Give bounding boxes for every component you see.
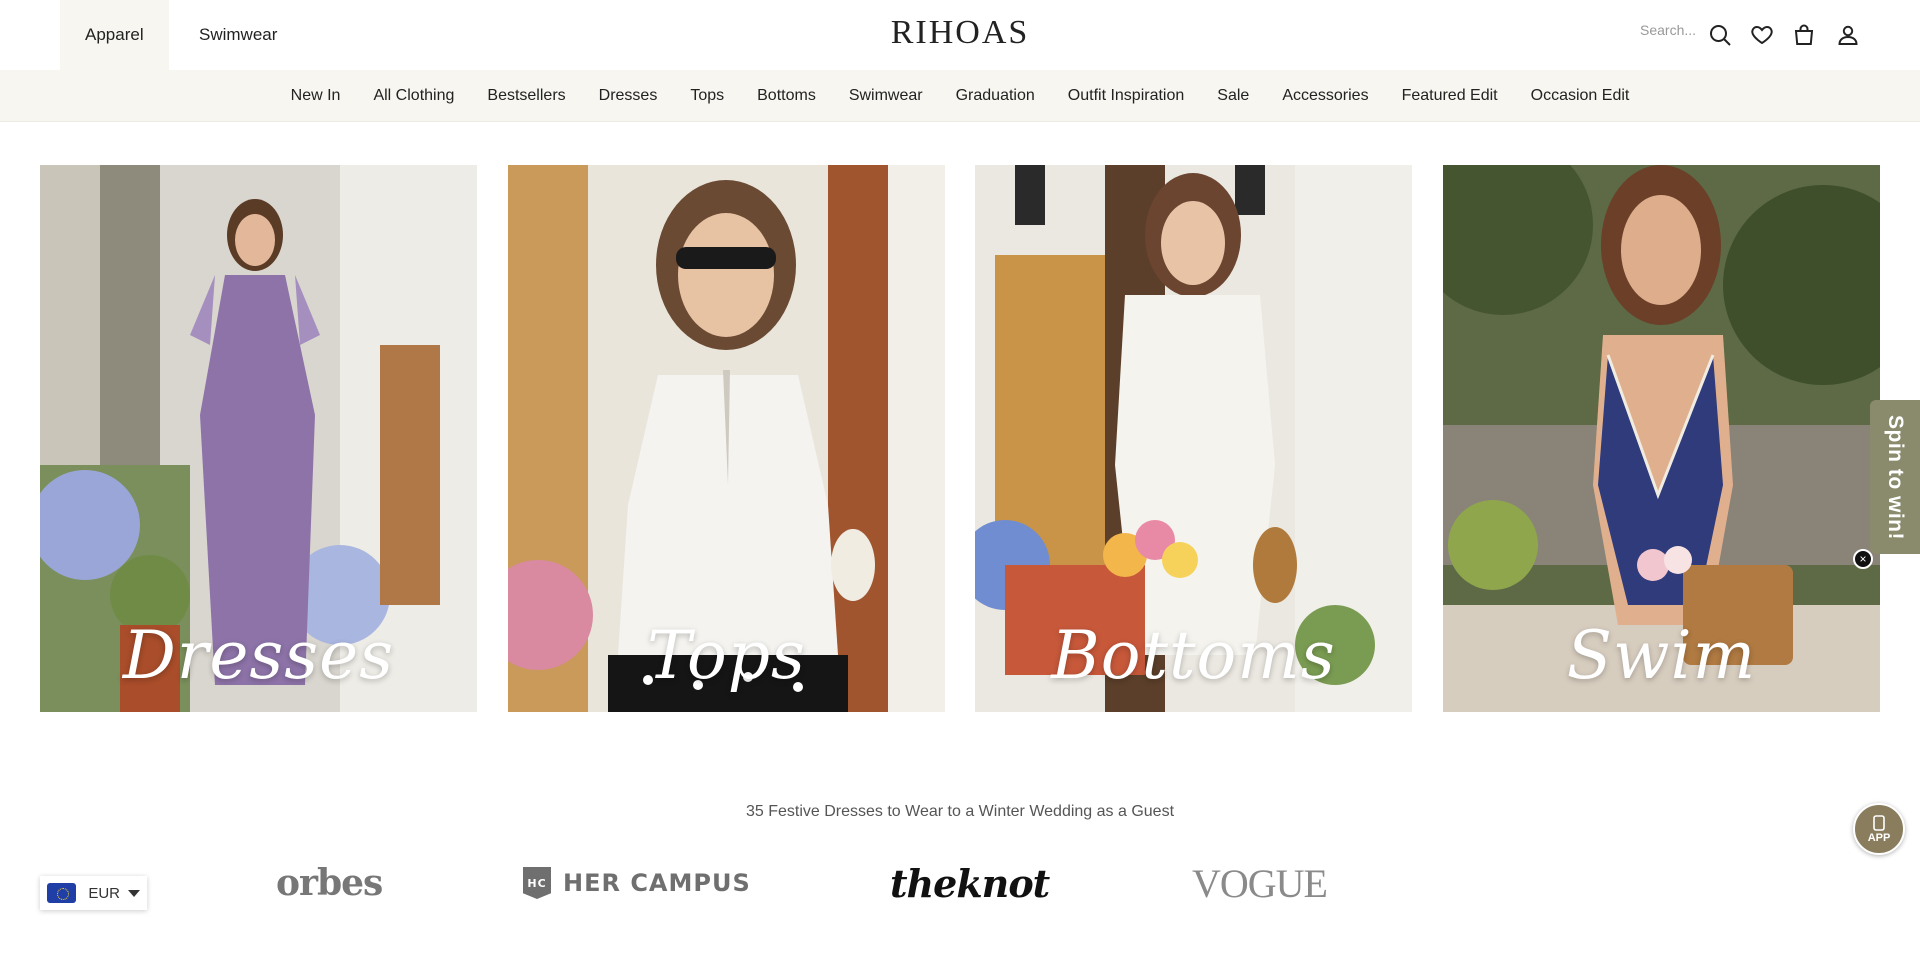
nav-bottoms[interactable]: Bottoms	[741, 87, 833, 105]
currency-selector[interactable]: EUR	[40, 876, 147, 910]
account-icon[interactable]	[1833, 20, 1863, 50]
nav-graduation[interactable]: Graduation	[939, 87, 1051, 105]
spin-to-win-tab[interactable]: Spin to win!	[1870, 400, 1920, 554]
nav-swimwear[interactable]: Swimwear	[832, 87, 939, 105]
press-logo-forbes[interactable]: orbes	[276, 858, 383, 908]
nav-bestsellers[interactable]: Bestsellers	[471, 87, 582, 105]
category-card-tops[interactable]: Tops	[508, 165, 945, 712]
nav-dresses[interactable]: Dresses	[582, 87, 674, 105]
nav-all-clothing[interactable]: All Clothing	[357, 87, 471, 105]
category-label-bottoms: Bottoms	[1051, 617, 1336, 694]
nav-accessories[interactable]: Accessories	[1266, 87, 1385, 105]
press-logos: orbes HC HER CAMPUS theknot VOGUE	[0, 858, 1920, 908]
nav-sale[interactable]: Sale	[1201, 87, 1266, 105]
press-headline[interactable]: 35 Festive Dresses to Wear to a Winter W…	[0, 803, 1920, 821]
category-card-dresses[interactable]: Dresses	[40, 165, 477, 712]
category-card-swim[interactable]: Swim	[1443, 165, 1880, 712]
category-card-bottoms[interactable]: Bottoms	[975, 165, 1412, 712]
search-icon[interactable]	[1705, 20, 1735, 50]
press-logo-her-campus[interactable]: HC HER CAMPUS	[523, 858, 751, 908]
main-nav: New In All Clothing Bestsellers Dresses …	[0, 70, 1920, 122]
app-button-label: APP	[1867, 831, 1891, 844]
nav-occasion-edit[interactable]: Occasion Edit	[1514, 87, 1646, 105]
nav-new-in[interactable]: New In	[274, 87, 357, 105]
chevron-down-icon	[128, 889, 140, 897]
nav-outfit-inspiration[interactable]: Outfit Inspiration	[1051, 87, 1201, 105]
category-label-tops: Tops	[647, 617, 806, 694]
currency-code: EUR	[88, 884, 120, 902]
site-header: Apparel Swimwear RIHOAS	[0, 0, 1920, 70]
her-campus-mark-icon: HC	[523, 867, 551, 899]
nav-featured-edit[interactable]: Featured Edit	[1385, 87, 1514, 105]
site-logo[interactable]: RIHOAS	[891, 14, 1030, 52]
category-grid: Dresses Tops Bottoms Swim	[40, 165, 1880, 712]
store-tab-swimwear[interactable]: Swimwear	[174, 0, 302, 70]
shopping-bag-icon[interactable]	[1789, 20, 1819, 50]
store-tab-apparel[interactable]: Apparel	[60, 0, 169, 70]
her-campus-wordmark: HER CAMPUS	[563, 869, 751, 897]
category-label-dresses: Dresses	[122, 617, 395, 694]
search-box[interactable]	[1640, 22, 1700, 38]
phone-icon	[1873, 814, 1885, 831]
close-icon[interactable]: ×	[1853, 549, 1873, 569]
nav-tops[interactable]: Tops	[674, 87, 741, 105]
press-logo-the-knot[interactable]: theknot	[890, 858, 1050, 908]
app-download-button[interactable]: APP	[1853, 803, 1905, 855]
search-input[interactable]	[1640, 22, 1700, 38]
category-label-swim: Swim	[1566, 617, 1757, 694]
eu-flag-icon	[47, 883, 77, 903]
press-logo-vogue[interactable]: VOGUE	[1192, 858, 1328, 908]
spin-to-win-label: Spin to win!	[1884, 414, 1907, 540]
heart-icon[interactable]	[1747, 20, 1777, 50]
